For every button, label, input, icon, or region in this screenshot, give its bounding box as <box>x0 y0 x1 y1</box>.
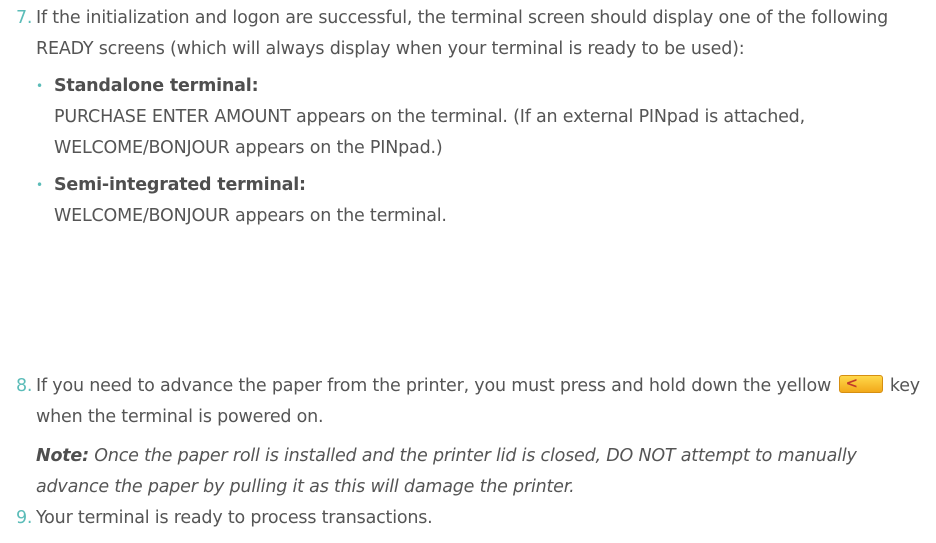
step-text: If the initialization and logon are succ… <box>36 8 889 59</box>
bullet-item-semi-integrated: • Semi-integrated terminal: WELCOME/BONJ… <box>36 170 926 232</box>
bullet-title: Semi-integrated terminal: <box>54 175 306 195</box>
yellow-arrow-key-icon: < <box>838 374 883 393</box>
step-text-before-key: If you need to advance the paper from th… <box>36 376 832 396</box>
bullet-text: PURCHASE ENTER AMOUNT appears on the ter… <box>54 107 805 158</box>
step-number: 8. <box>16 376 33 396</box>
instruction-document: 7. If the initialization and logon are s… <box>0 0 936 543</box>
bullet-list: • Standalone terminal: PURCHASE ENTER AM… <box>36 71 926 232</box>
step-9: 9. Your terminal is ready to process tra… <box>16 503 926 534</box>
step-8: 8. If you need to advance the paper from… <box>16 371 926 503</box>
step-7: 7. If the initialization and logon are s… <box>16 3 926 238</box>
bullet-text: WELCOME/BONJOUR appears on the terminal. <box>54 206 447 226</box>
step-text: Your terminal is ready to process transa… <box>36 508 433 528</box>
note-text: Once the paper roll is installed and the… <box>36 446 857 497</box>
bullet-item-standalone: • Standalone terminal: PURCHASE ENTER AM… <box>36 71 926 164</box>
note-label: Note: <box>36 446 89 466</box>
bullet-icon: • <box>36 178 43 192</box>
note: Note: Once the paper roll is installed a… <box>36 441 926 503</box>
step-number: 9. <box>16 508 33 528</box>
bullet-title: Standalone terminal: <box>54 76 259 96</box>
step-text: If you need to advance the paper from th… <box>36 371 926 433</box>
step-number: 7. <box>16 8 33 28</box>
bullet-icon: • <box>36 79 43 93</box>
